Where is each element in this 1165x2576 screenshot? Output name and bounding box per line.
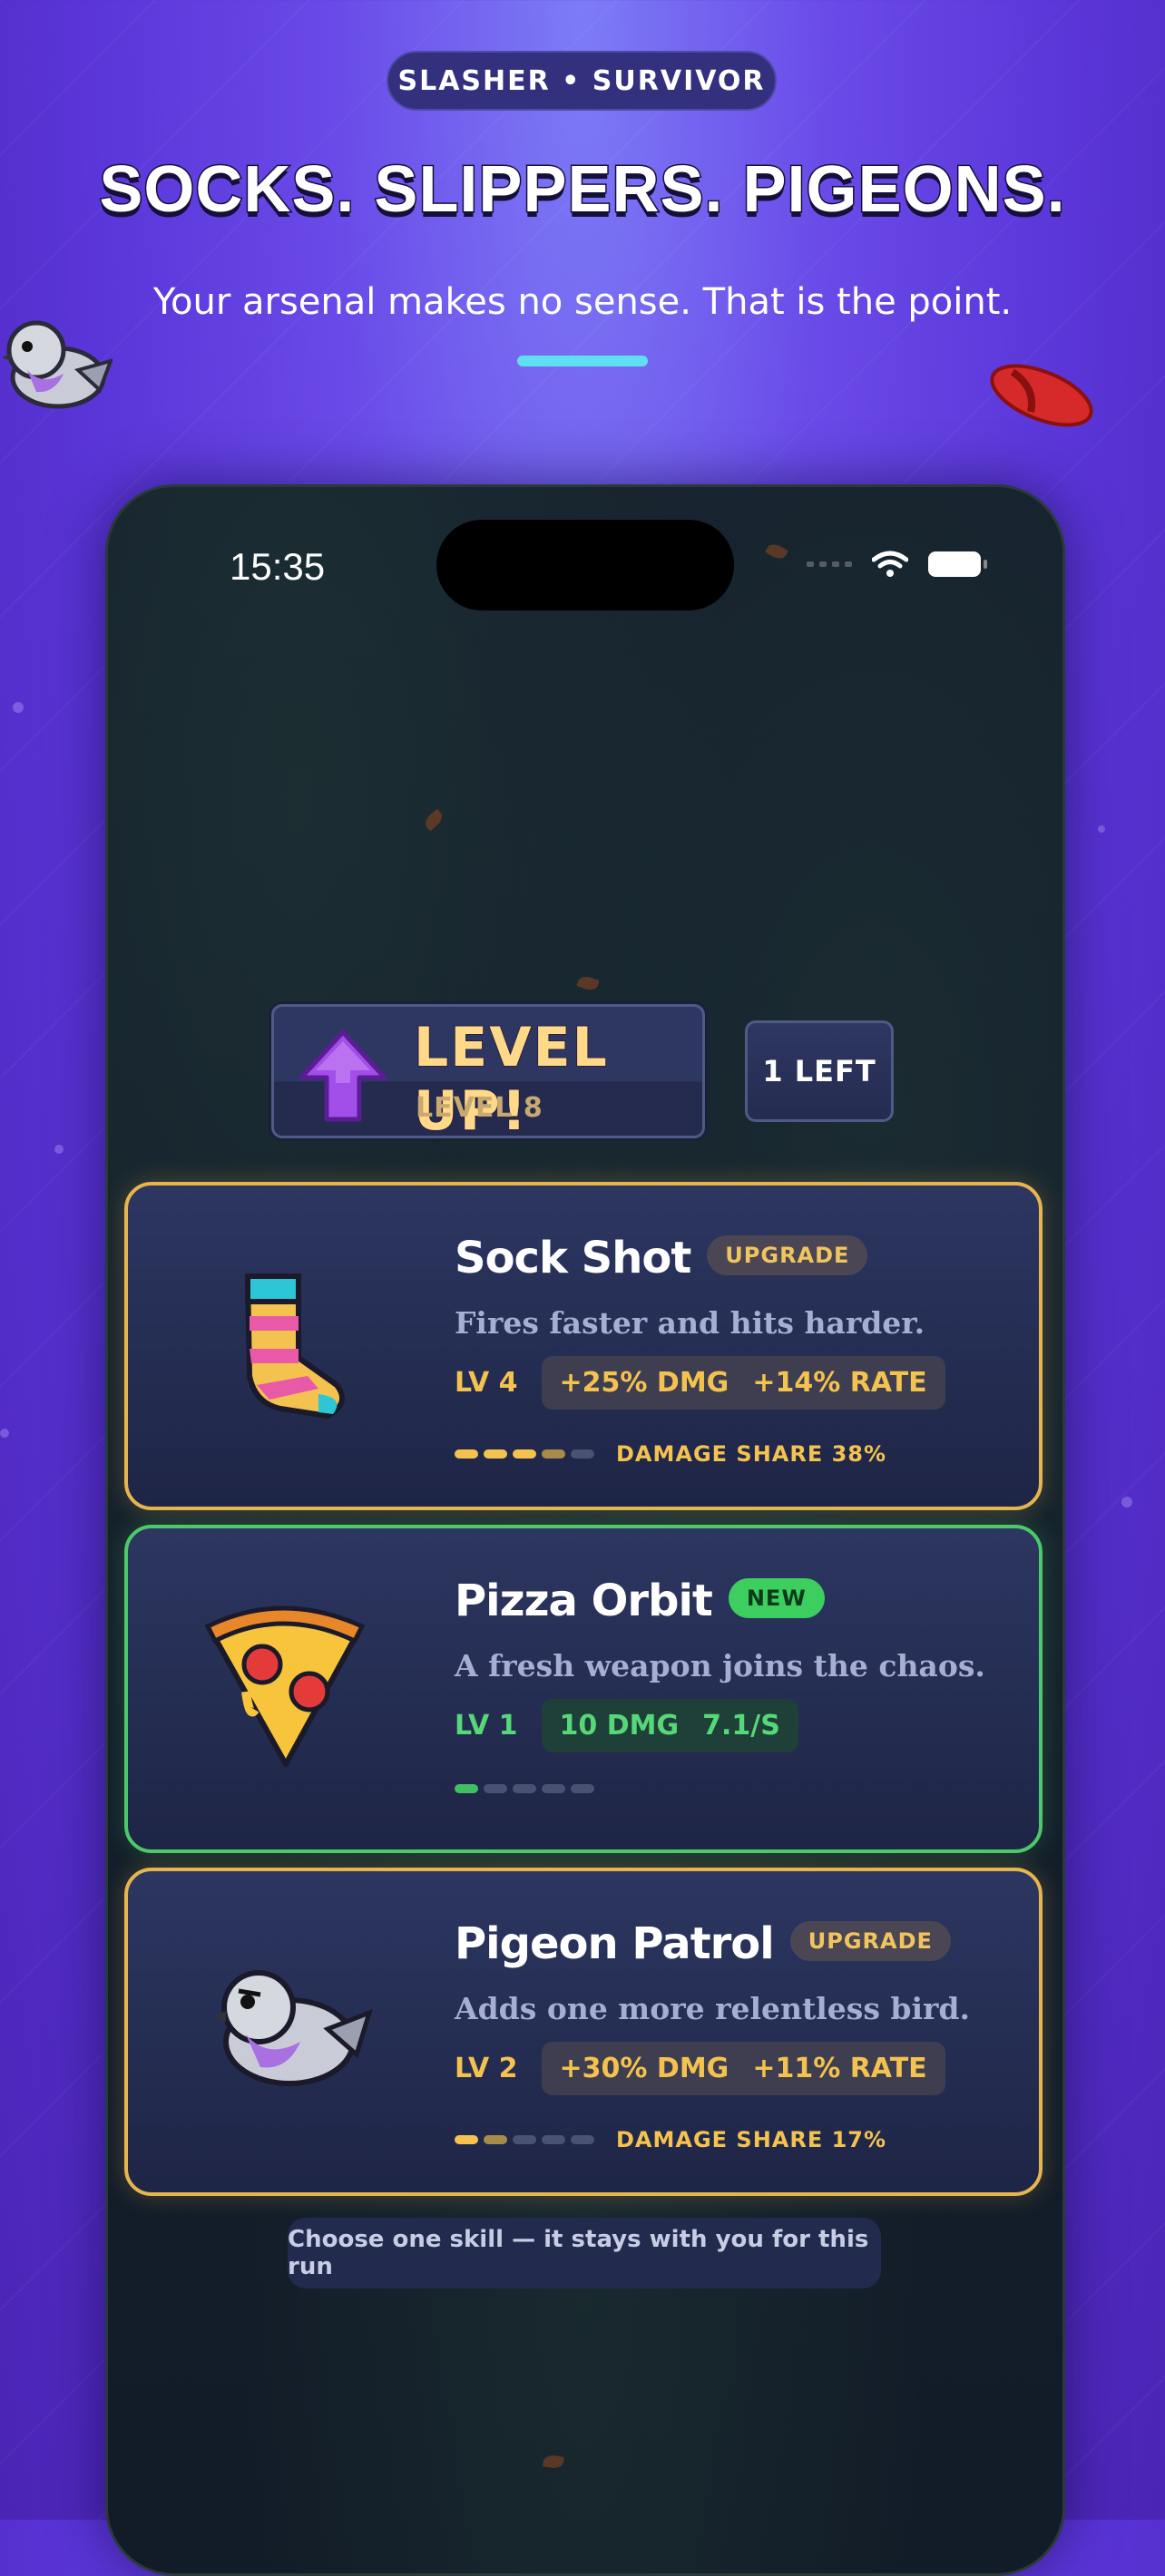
rate-stat: +11% RATE [752,2053,927,2084]
subtitle: Your arsenal makes no sense. That is the… [152,281,1013,323]
pigeon-icon [215,1970,373,2086]
choose-skill-hint: Choose one skill — it stays with you for… [288,2218,881,2288]
damage-stat: 10 DMG [559,1710,680,1742]
upgrade-badge: UPGRADE [789,1921,951,1961]
new-badge: NEW [728,1578,825,1618]
slipper-icon [990,364,1093,427]
status-time: 15:35 [230,545,326,588]
rate-stat: +14% RATE [752,1367,927,1399]
status-icons [807,551,987,578]
stat-chip: 10 DMG 7.1/S [541,1699,798,1752]
pigeon-icon [2,320,113,409]
level-pips [455,2135,594,2144]
level-pips [455,1449,594,1459]
skill-title: Sock Shot UPGRADE [455,1233,868,1283]
damage-share-row: DAMAGE SHARE 17% [455,2127,886,2152]
damage-stat: +25% DMG [559,1367,729,1399]
skill-level: LV 1 [455,1710,518,1742]
genre-tag: SLASHER • SURVIVOR [387,51,777,111]
dynamic-island [436,520,734,610]
stat-chip: +25% DMG +14% RATE [541,1356,945,1410]
battery-icon [928,551,987,577]
bg-dot [54,1145,64,1154]
skill-description: Fires faster and hits harder. [455,1305,925,1341]
damage-stat: +30% DMG [559,2053,729,2084]
arrow-up-icon [299,1029,387,1122]
bg-dot [1121,1497,1132,1508]
wifi-icon [872,551,908,577]
pizza-icon [204,1605,366,1767]
bg-dot [1098,825,1105,833]
skill-description: A fresh weapon joins the chaos. [455,1648,985,1683]
level-pips-row [455,1784,616,1793]
level-up-title: LEVEL UP! [413,1015,609,1144]
skill-title: Pizza Orbit NEW [455,1576,825,1626]
rate-stat: 7.1/S [702,1710,780,1742]
skill-card-sock-shot[interactable]: Sock Shot UPGRADE Fires faster and hits h… [124,1182,1043,1510]
stat-row: LV 2 +30% DMG +11% RATE [455,2042,945,2095]
phone-screen: 15:35 LEVEL UP! LEVEL 8 1 LEFT Sock Shot… [105,484,1065,2576]
accent-bar [517,356,648,366]
skill-level: LV 2 [455,2053,518,2084]
stat-row: LV 1 10 DMG 7.1/S [455,1699,798,1752]
stat-row: LV 4 +25% DMG +14% RATE [455,1356,945,1410]
sock-icon [245,1273,346,1419]
damage-share: DAMAGE SHARE 38% [616,1441,887,1467]
stat-chip: +30% DMG +11% RATE [541,2042,945,2095]
level-pips [455,1784,594,1793]
damage-share-row: DAMAGE SHARE 38% [455,1441,886,1467]
headline: SOCKS. SLIPPERS. PIGEONS. [98,152,1066,228]
level-label: LEVEL 8 [416,1092,543,1124]
signal-icon [807,561,852,567]
skill-level: LV 4 [455,1367,518,1399]
skill-card-pigeon-patrol[interactable]: Pigeon Patrol UPGRADE Adds one more relen… [124,1868,1043,2196]
bg-dot [0,1429,9,1438]
skill-title: Pigeon Patrol UPGRADE [455,1918,951,1969]
choices-remaining-badge: 1 LEFT [745,1020,894,1122]
skill-card-pizza-orbit[interactable]: Pizza Orbit NEW A fresh weapon joins the … [124,1525,1043,1853]
bg-dot [13,702,24,713]
skill-description: Adds one more relentless bird. [455,1991,970,2026]
upgrade-badge: UPGRADE [707,1235,868,1275]
level-up-banner: LEVEL UP! LEVEL 8 [271,1004,705,1144]
damage-share: DAMAGE SHARE 17% [616,2127,887,2152]
